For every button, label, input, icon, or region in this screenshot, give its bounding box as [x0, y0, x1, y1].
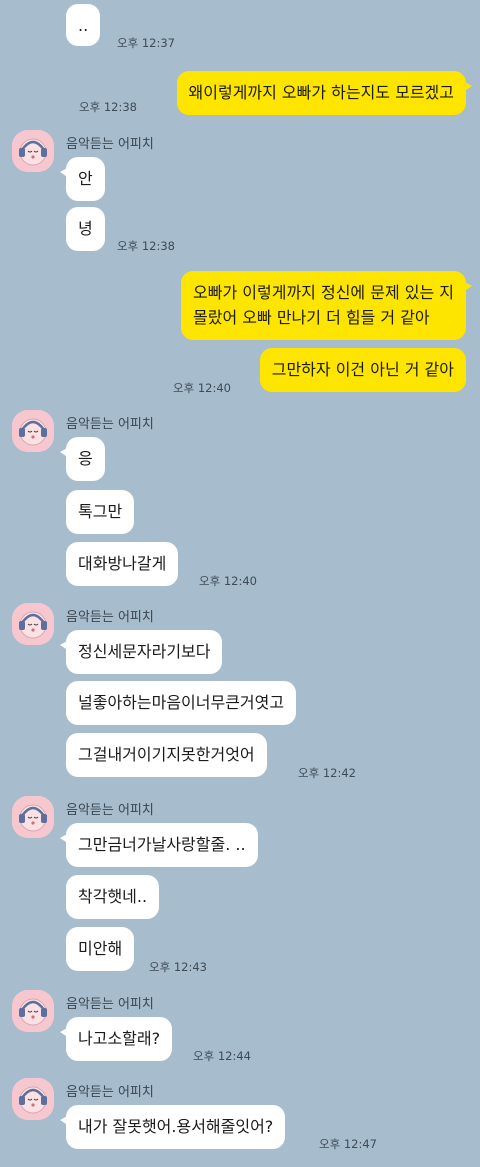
apeach-avatar-icon: [12, 130, 54, 172]
message-text-line: 몰랐어 오빠 만나기 더 힘들 거 같아: [193, 308, 430, 327]
message-text: 안: [78, 169, 93, 188]
apeach-avatar-icon: [12, 603, 54, 645]
message-bubble-incoming[interactable]: 정신세문자라기보다: [59, 630, 223, 674]
message-time: 오후 12:38: [79, 100, 137, 114]
apeach-avatar-icon: [12, 990, 54, 1032]
message-text: 녕: [78, 219, 93, 238]
message-text: 정신세문자라기보다: [78, 642, 211, 661]
contact-avatar[interactable]: [12, 130, 54, 172]
message-bubble-incoming[interactable]: 톡그만: [66, 490, 135, 534]
message-bubble-incoming[interactable]: 미안해: [66, 927, 135, 971]
message-text: 응: [78, 449, 93, 468]
message-bubble-incoming[interactable]: 응: [60, 437, 105, 481]
contact-avatar[interactable]: [12, 796, 54, 838]
message-text-line: 오빠가 이렇게까지 정신에 문제 있는 지: [193, 283, 454, 302]
message-text: ..: [78, 16, 89, 35]
sender-name: 음악듣는 어피치: [66, 610, 154, 625]
message-time: 오후 12:44: [193, 1049, 251, 1063]
message-time: 오후 12:42: [298, 766, 356, 780]
apeach-avatar-icon: [12, 1078, 54, 1120]
message-bubble-outgoing[interactable]: 오빠가 이렇게까지 정신에 문제 있는 지 몰랐어 오빠 만나기 더 힘들 거 …: [181, 271, 472, 340]
message-text: 나고소할래?: [78, 1029, 161, 1048]
message-time: 오후 12:38: [117, 239, 175, 253]
message-bubble-incoming[interactable]: 나고소할래?: [59, 1017, 173, 1061]
sender-name: 음악듣는 어피치: [66, 997, 154, 1012]
message-bubble-incoming[interactable]: 그걸내거이기지못한거엇어: [66, 733, 267, 777]
contact-avatar[interactable]: [12, 603, 54, 645]
message-time: 오후 12:37: [117, 36, 175, 50]
contact-avatar[interactable]: [12, 1078, 54, 1120]
message-time: 오후 12:47: [319, 1137, 377, 1151]
sender-name: 음악듣는 어피치: [66, 803, 154, 818]
message-bubble-outgoing[interactable]: 그만하자 이건 아닌 거 같아: [259, 348, 466, 392]
message-bubble-incoming[interactable]: 대화방나갈게: [66, 542, 179, 586]
message-text: 왜이렇게까지 오빠가 하는지도 모르겠고: [188, 83, 455, 102]
contact-avatar[interactable]: [12, 990, 54, 1032]
sender-name: 음악듣는 어피치: [66, 1085, 154, 1100]
contact-avatar[interactable]: [12, 410, 54, 452]
apeach-avatar-icon: [12, 796, 54, 838]
message-text: 널좋아하는마음이너무큰거엿고: [78, 693, 285, 712]
message-bubble-incoming[interactable]: 내가 잘못햇어.용서해줄잇어?: [59, 1105, 286, 1149]
message-time: 오후 12:40: [199, 574, 257, 588]
message-time: 오후 12:40: [173, 381, 231, 395]
message-text: 톡그만: [78, 502, 123, 521]
message-time: 오후 12:43: [149, 960, 207, 974]
message-bubble-incoming[interactable]: 안: [60, 157, 105, 201]
message-text: 미안해: [78, 939, 123, 958]
message-text: 그만금너가날사랑할줄. ..: [78, 835, 246, 854]
sender-name: 음악듣는 어피치: [66, 417, 154, 432]
message-text: 대화방나갈게: [78, 554, 167, 573]
message-bubble-incoming[interactable]: 녕: [66, 207, 105, 251]
message-bubble-incoming[interactable]: ..: [66, 4, 101, 46]
message-bubble-incoming[interactable]: 착각햇네..: [66, 875, 160, 919]
message-text: 내가 잘못햇어.용서해줄잇어?: [78, 1117, 274, 1136]
message-text: 착각햇네..: [78, 887, 148, 906]
message-text: 그만하자 이건 아닌 거 같아: [271, 360, 454, 379]
message-bubble-outgoing[interactable]: 왜이렇게까지 오빠가 하는지도 모르겠고: [176, 71, 472, 115]
message-text: 그걸내거이기지못한거엇어: [78, 745, 255, 764]
sender-name: 음악듣는 어피치: [66, 137, 154, 152]
apeach-avatar-icon: [12, 410, 54, 452]
message-bubble-incoming[interactable]: 널좋아하는마음이너무큰거엿고: [66, 681, 297, 725]
message-bubble-incoming[interactable]: 그만금너가날사랑할줄. ..: [60, 823, 258, 867]
